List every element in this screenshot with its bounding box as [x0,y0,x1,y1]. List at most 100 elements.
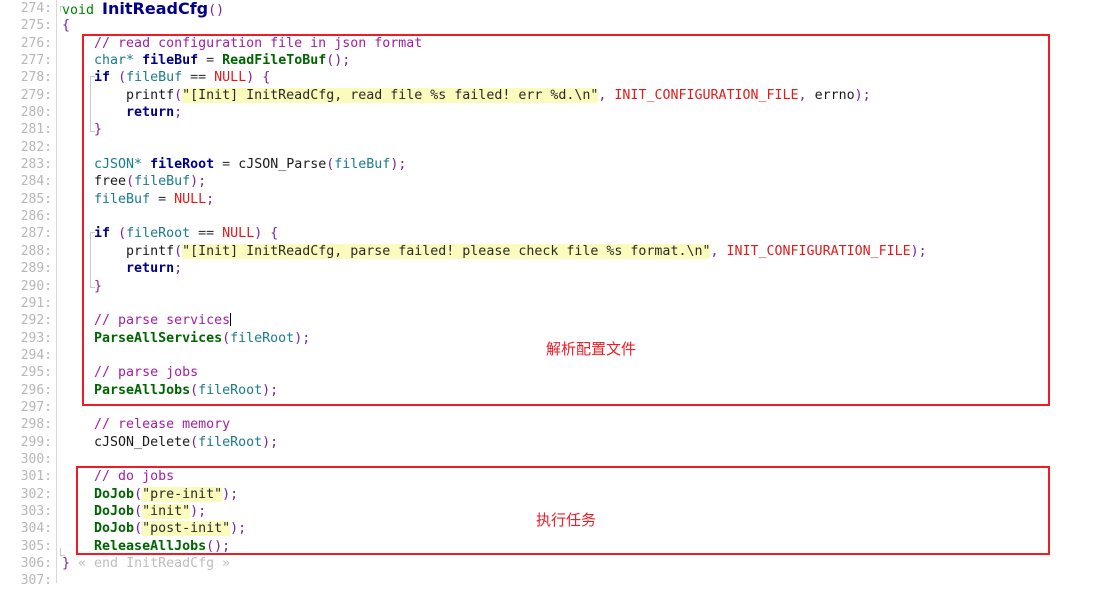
code-line-276[interactable]: // read configuration file in json forma… [58,35,1104,52]
token-keyword: if [94,226,111,242]
token-macro: INIT_CONFIGURATION_FILE [614,87,799,103]
token-comma: , [598,87,607,103]
token-comment: // do jobs [94,469,175,485]
code-line-300[interactable] [58,451,1104,468]
line-number: 290: [20,278,52,294]
token-tail: ); [910,243,927,259]
code-line-280[interactable]: return; [58,104,1104,121]
line-number: 305: [20,538,52,554]
token-type: cJSON* [94,157,143,173]
code-line-275[interactable]: { [58,17,1104,34]
token-identifier: errno [814,87,855,103]
line-number: 287: [20,226,52,242]
token-identifier: fileBuf [94,191,151,207]
code-line-274[interactable]: void InitReadCfg() [58,0,1104,18]
code-line-277[interactable]: char* fileBuf = ReadFileToBuf(); [58,52,1104,69]
line-number: 275: [20,18,52,34]
code-line-292[interactable]: // parse services [58,312,1104,329]
code-line-305[interactable]: ReleaseAllJobs(); [58,538,1104,555]
code-line-287[interactable]: if (fileRoot == NULL) { [58,225,1104,242]
line-number: 277: [20,53,52,69]
token-identifier: fileBuf [126,70,183,86]
token-keyword: if [94,70,111,86]
token-function-call: cJSON_Parse [238,157,327,173]
line-number: 302: [20,486,52,502]
code-line-301[interactable]: // do jobs [58,468,1104,485]
line-number: 295: [20,365,52,381]
code-line-291[interactable] [58,295,1104,312]
fold-placeholder-text[interactable]: « end InitReadCfg » [78,556,230,571]
code-line-290[interactable]: } [58,278,1104,295]
code-line-299[interactable]: cJSON_Delete(fileRoot); [58,434,1104,451]
line-number: 282: [20,139,52,155]
token-tail: ); [190,503,207,519]
token-paren: ( [222,330,231,346]
token-semicolon: ; [174,261,183,277]
token-tail: ); [854,87,871,103]
code-line-288[interactable]: printf("[Init] InitReadCfg, parse failed… [58,243,1104,260]
token-function-call: ReleaseAllJobs [94,538,207,554]
code-line-289[interactable]: return; [58,260,1104,277]
token-tail: ); [390,157,407,173]
code-line-283[interactable]: cJSON* fileRoot = cJSON_Parse(fileBuf); [58,156,1104,173]
line-number: 307: [20,573,52,589]
code-line-295[interactable]: // parse jobs [58,364,1104,381]
token-paren: ( [190,382,199,398]
code-line-282[interactable] [58,139,1104,156]
code-text-area[interactable]: void InitReadCfg() { // read configurati… [58,0,1104,583]
code-line-285[interactable]: fileBuf = NULL; [58,191,1104,208]
token-type: char* [94,53,135,69]
line-number: 285: [20,191,52,207]
line-number: 279: [20,87,52,103]
token-brace: } [94,278,103,294]
token-string: "init" [142,503,191,519]
code-line-278[interactable]: if (fileBuf == NULL) { [58,69,1104,86]
token-function-call: DoJob [94,486,135,502]
token-identifier: fileRoot [198,434,263,450]
token-null: NULL [174,191,207,207]
code-line-286[interactable] [58,208,1104,225]
code-line-284[interactable]: free(fileBuf); [58,173,1104,190]
code-line-296[interactable]: ParseAllJobs(fileRoot); [58,382,1104,399]
token-tail: ); [294,330,311,346]
annotation-label-parse-config: 解析配置文件 [546,340,637,358]
token-brace: { [270,226,279,242]
line-number: 306: [20,556,52,571]
code-line-297[interactable] [58,399,1104,416]
token-paren: ( [134,521,143,537]
code-line-306[interactable]: } « end InitReadCfg » [58,555,1104,572]
line-number: 303: [20,503,52,519]
token-function-call: printf [126,243,175,259]
token-tail: ); [262,434,279,450]
line-number: 296: [20,382,52,398]
token-tail: ); [262,382,279,398]
token-identifier: fileRoot [230,330,295,346]
token-string: "pre-init" [142,486,223,502]
line-number: 281: [20,122,52,138]
token-operator: = [206,53,215,69]
token-operator: = [222,157,231,173]
token-operator: == [190,70,207,86]
token-tail: ); [190,174,207,190]
token-function-call: DoJob [94,503,135,519]
token-tail: ); [222,486,239,502]
token-keyword: return [126,261,175,277]
code-line-298[interactable]: // release memory [58,416,1104,433]
token-paren: ( [134,503,143,519]
token-null: NULL [214,70,247,86]
line-number: 276: [20,35,52,51]
token-keyword: return [126,105,175,121]
code-line-279[interactable]: printf("[Init] InitReadCfg, read file %s… [58,87,1104,104]
token-function-call: ParseAllServices [94,330,223,346]
code-line-307[interactable] [58,572,1104,589]
token-paren: ( [118,226,127,242]
code-editor-view[interactable]: 274: 275: 276: 277: 278: 279: 280: 281: … [0,0,1104,588]
token-tail: ); [230,521,247,537]
token-identifier: fileBuf [334,157,391,173]
code-line-281[interactable]: } [58,121,1104,138]
line-number: 280: [20,105,52,121]
code-line-302[interactable]: DoJob("pre-init"); [58,486,1104,503]
token-identifier: fileBuf [134,174,191,190]
token-semicolon: ; [174,105,183,121]
token-paren: ( [134,486,143,502]
